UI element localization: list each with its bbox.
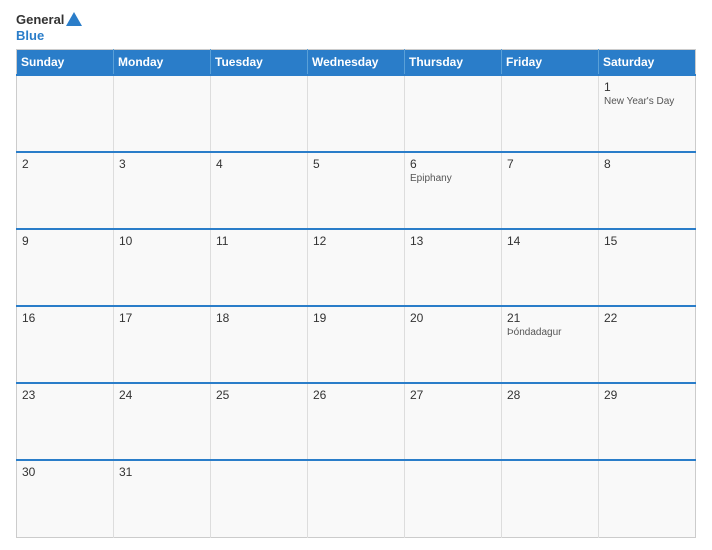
- day-number: 22: [604, 311, 690, 325]
- calendar-cell: 9: [17, 229, 114, 306]
- calendar-cell: 10: [114, 229, 211, 306]
- calendar-cell: 21 Þóndadagur: [502, 306, 599, 383]
- holiday-name: New Year's Day: [604, 96, 690, 107]
- day-number: 16: [22, 311, 108, 325]
- day-number: 2: [22, 157, 108, 171]
- calendar-cell: 25: [211, 383, 308, 460]
- calendar-cell: 16: [17, 306, 114, 383]
- day-number: 27: [410, 388, 496, 402]
- day-number: 29: [604, 388, 690, 402]
- calendar-cell: 5: [308, 152, 405, 229]
- day-number: 12: [313, 234, 399, 248]
- calendar-week-row: 23456 Epiphany 78: [17, 152, 696, 229]
- day-number: 30: [22, 465, 108, 479]
- day-number: 14: [507, 234, 593, 248]
- calendar-cell: [405, 75, 502, 152]
- page-header: General Blue: [16, 12, 696, 43]
- day-number: 5: [313, 157, 399, 171]
- day-number: 13: [410, 234, 496, 248]
- calendar-cell: 15: [599, 229, 696, 306]
- calendar-cell: 13: [405, 229, 502, 306]
- calendar-week-row: 16 17 18 19 20 21 Þóndadagur 22: [17, 306, 696, 383]
- calendar-day-header: Saturday: [599, 50, 696, 76]
- day-number: 24: [119, 388, 205, 402]
- day-number: 11: [216, 234, 302, 248]
- calendar-cell: [211, 75, 308, 152]
- calendar-cell: 23: [17, 383, 114, 460]
- day-number: 7: [507, 157, 593, 171]
- calendar-cell: [502, 75, 599, 152]
- day-number: 10: [119, 234, 205, 248]
- calendar-day-header: Sunday: [17, 50, 114, 76]
- day-number: 19: [313, 311, 399, 325]
- day-number: 23: [22, 388, 108, 402]
- day-number: 20: [410, 311, 496, 325]
- day-number: 18: [216, 311, 302, 325]
- calendar-cell: 22: [599, 306, 696, 383]
- calendar-day-header: Wednesday: [308, 50, 405, 76]
- day-number: 31: [119, 465, 205, 479]
- calendar-cell: 19: [308, 306, 405, 383]
- calendar-cell: 20: [405, 306, 502, 383]
- calendar-cell: [114, 75, 211, 152]
- calendar-page: General Blue SundayMondayTuesdayWednesda…: [0, 0, 712, 550]
- calendar-cell: 18: [211, 306, 308, 383]
- calendar-cell: 7: [502, 152, 599, 229]
- calendar-cell: [17, 75, 114, 152]
- day-number: 28: [507, 388, 593, 402]
- calendar-week-row: 23 24 25 26 27 28 29: [17, 383, 696, 460]
- day-number: 9: [22, 234, 108, 248]
- calendar-cell: [405, 460, 502, 537]
- calendar-cell: 14: [502, 229, 599, 306]
- calendar-week-row: 9 10 11 12 13 14 15: [17, 229, 696, 306]
- calendar-header-row: SundayMondayTuesdayWednesdayThursdayFrid…: [17, 50, 696, 76]
- calendar-cell: 11: [211, 229, 308, 306]
- holiday-name: Þóndadagur: [507, 327, 593, 338]
- calendar-day-header: Thursday: [405, 50, 502, 76]
- calendar-week-row: 30 31: [17, 460, 696, 537]
- day-number: 3: [119, 157, 205, 171]
- day-number: 25: [216, 388, 302, 402]
- day-number: 17: [119, 311, 205, 325]
- day-number: 26: [313, 388, 399, 402]
- calendar-cell: 17: [114, 306, 211, 383]
- calendar-cell: 6 Epiphany: [405, 152, 502, 229]
- day-number: 15: [604, 234, 690, 248]
- calendar-cell: 1 New Year's Day: [599, 75, 696, 152]
- calendar-day-header: Tuesday: [211, 50, 308, 76]
- calendar-cell: 26: [308, 383, 405, 460]
- calendar-cell: 28: [502, 383, 599, 460]
- calendar-cell: [211, 460, 308, 537]
- calendar-cell: [599, 460, 696, 537]
- day-number: 6: [410, 157, 496, 171]
- holiday-name: Epiphany: [410, 173, 496, 184]
- calendar-day-header: Monday: [114, 50, 211, 76]
- calendar-cell: 12: [308, 229, 405, 306]
- calendar-day-header: Friday: [502, 50, 599, 76]
- calendar-cell: 29: [599, 383, 696, 460]
- calendar-cell: 4: [211, 152, 308, 229]
- logo: General Blue: [16, 12, 82, 43]
- calendar-cell: 31: [114, 460, 211, 537]
- calendar-cell: 24: [114, 383, 211, 460]
- calendar-table: SundayMondayTuesdayWednesdayThursdayFrid…: [16, 49, 696, 538]
- calendar-cell: 30: [17, 460, 114, 537]
- calendar-cell: 27: [405, 383, 502, 460]
- day-number: 21: [507, 311, 593, 325]
- day-number: 4: [216, 157, 302, 171]
- logo-triangle-icon: [66, 12, 82, 26]
- calendar-week-row: 1 New Year's Day: [17, 75, 696, 152]
- logo-general-text: General: [16, 12, 64, 28]
- logo-blue-text: Blue: [16, 28, 82, 44]
- day-number: 8: [604, 157, 690, 171]
- calendar-cell: 8: [599, 152, 696, 229]
- day-number: 1: [604, 80, 690, 94]
- calendar-cell: [502, 460, 599, 537]
- calendar-cell: [308, 75, 405, 152]
- calendar-cell: 3: [114, 152, 211, 229]
- calendar-cell: 2: [17, 152, 114, 229]
- calendar-cell: [308, 460, 405, 537]
